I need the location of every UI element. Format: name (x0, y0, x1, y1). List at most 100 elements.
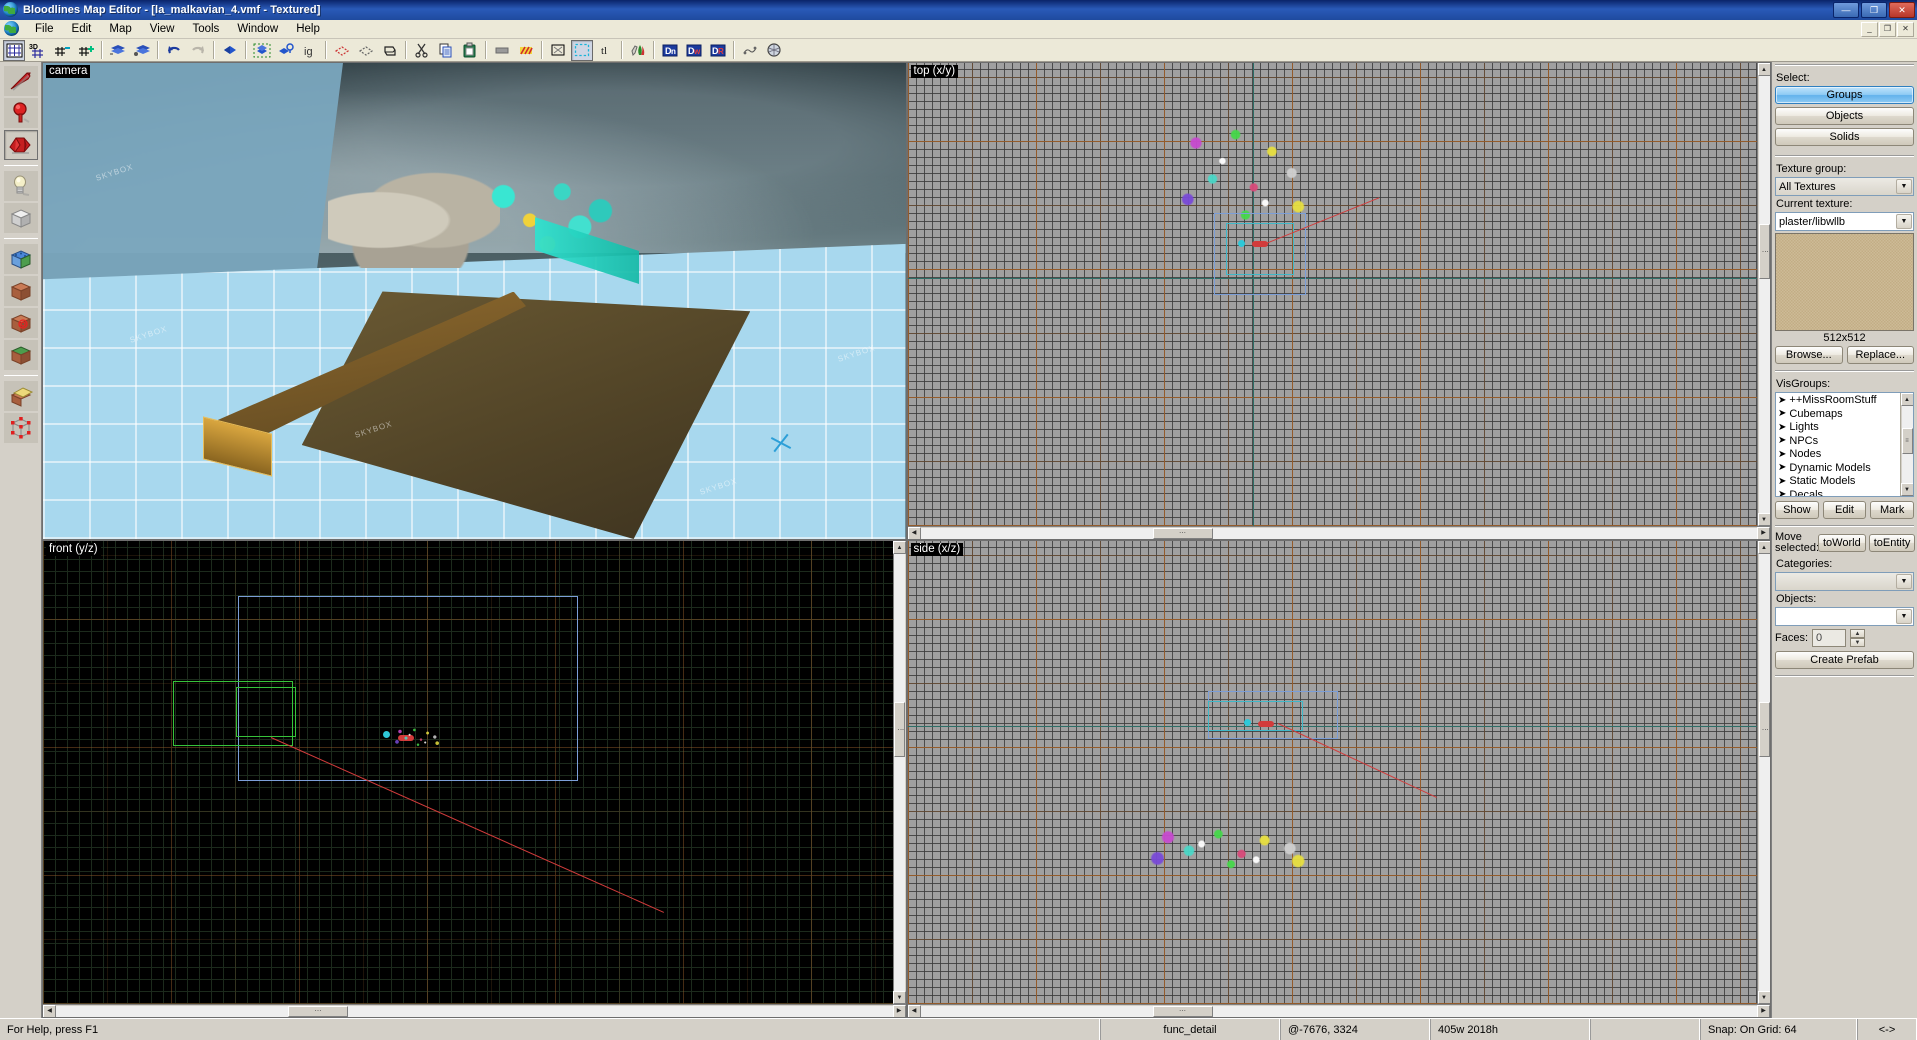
menu-tools[interactable]: Tools (183, 21, 228, 37)
move-to-world-button[interactable]: toWorld (1818, 534, 1866, 552)
scroll-track[interactable]: ⋯ (56, 1005, 893, 1017)
scroll-thumb[interactable]: ⋮ (894, 702, 905, 757)
scroll-thumb[interactable]: ⋯ (1152, 1005, 1213, 1017)
mdi-restore-button[interactable]: ❐ (1879, 21, 1896, 37)
scroll-down-arrow[interactable]: ▼ (893, 991, 906, 1004)
scroll-track[interactable]: ⋯ (920, 527, 1757, 539)
chevron-down-icon[interactable]: ▼ (1896, 574, 1912, 589)
scroll-down-arrow[interactable]: ▼ (1757, 991, 1771, 1004)
tool-toggle-texture[interactable] (3, 244, 38, 274)
undo-icon[interactable] (163, 40, 185, 61)
selection-tool-icon[interactable] (571, 39, 593, 61)
copy-icon[interactable] (435, 40, 457, 61)
toggle-texture-app-icon[interactable] (515, 40, 537, 61)
grid-larger-icon[interactable] (75, 40, 97, 61)
cordon-tool-icon[interactable] (547, 40, 569, 61)
load-pointfile-icon[interactable] (107, 40, 129, 61)
texture-group-dropdown[interactable]: All Textures ▼ (1775, 177, 1914, 196)
visgroup-item[interactable]: ➤ ++MissRoomStuff (1778, 394, 1900, 408)
scroll-right-arrow[interactable]: ▶ (1757, 526, 1770, 539)
viewport-side-canvas[interactable]: side (x/z) (907, 541, 1757, 1004)
visgroup-item[interactable]: ➤ Nodes (1778, 448, 1900, 462)
viewport-side-vscroll[interactable]: ▲ ⋮ ▼ (1757, 541, 1771, 1004)
categories-dropdown[interactable]: ▼ (1775, 572, 1914, 591)
mdi-close-button[interactable]: ✕ (1897, 21, 1914, 37)
hide-selected-icon[interactable] (331, 40, 353, 61)
visgroup-mark-button[interactable]: Mark (1870, 501, 1915, 519)
tool-vertex[interactable] (3, 413, 38, 443)
create-prefab-button[interactable]: Create Prefab (1775, 651, 1914, 669)
chevron-down-icon[interactable]: ▼ (1896, 214, 1912, 229)
show-hidden-icon[interactable] (379, 40, 401, 61)
apply-current-texture-icon[interactable] (627, 40, 649, 61)
visgroup-show-button[interactable]: Show (1775, 501, 1819, 519)
scroll-up-arrow[interactable]: ▲ (1900, 393, 1913, 406)
texture-replace-button[interactable]: Replace... (1846, 346, 1914, 364)
tool-clipping[interactable] (3, 381, 38, 411)
visgroup-item[interactable]: ➤ Decals (1778, 489, 1900, 496)
scroll-down-arrow[interactable]: ▼ (1900, 483, 1913, 496)
grid-smaller-icon[interactable] (51, 40, 73, 61)
scroll-thumb[interactable]: ⋯ (1152, 527, 1213, 539)
menu-view[interactable]: View (141, 21, 184, 37)
scroll-thumb[interactable]: ⋮ (1758, 224, 1770, 279)
tool-select[interactable] (3, 66, 38, 96)
ungroup-icon[interactable] (275, 40, 297, 61)
mdi-minimize-button[interactable]: _ (1861, 21, 1878, 37)
window-maximize-button[interactable]: ❐ (1861, 2, 1887, 18)
scroll-track[interactable]: ⋮ (894, 554, 905, 991)
visgroup-item[interactable]: ➤ Cubemaps (1778, 408, 1900, 422)
redo-icon[interactable] (187, 40, 209, 61)
help-about-icon[interactable] (763, 40, 785, 61)
texture-browse-button[interactable]: Browse... (1775, 346, 1843, 364)
visgroups-list[interactable]: ➤ ++MissRoomStuff ➤ Cubemaps ➤ Lights ➤ … (1775, 392, 1914, 497)
menu-window[interactable]: Window (228, 21, 287, 37)
ignore-groups-icon[interactable]: ig (299, 40, 321, 61)
scroll-thumb[interactable]: ⋮ (1758, 702, 1770, 757)
viewport-camera[interactable]: SKYBOX SKYBOX SKYBOX SKYBOX SKYBOX camer… (42, 62, 907, 540)
select-objects-button[interactable]: Objects (1775, 107, 1914, 125)
scroll-up-arrow[interactable]: ▲ (893, 541, 906, 554)
menu-file[interactable]: File (26, 21, 63, 37)
scroll-left-arrow[interactable]: ◀ (43, 1004, 56, 1017)
scroll-up-arrow[interactable]: ▲ (1757, 63, 1771, 76)
visgroup-edit-button[interactable]: Edit (1822, 501, 1867, 519)
tool-decal[interactable] (3, 308, 38, 338)
run-map-icon[interactable]: D n (659, 40, 681, 61)
scroll-thumb[interactable]: ≡ (1901, 428, 1913, 454)
scroll-track[interactable]: ≡ (1901, 406, 1913, 483)
scroll-track[interactable]: ⋯ (920, 1005, 1757, 1017)
viewport-top-canvas[interactable]: top (x/y) (907, 63, 1757, 526)
tool-apply-texture[interactable] (3, 276, 38, 306)
toggle-3d-grid-icon[interactable]: 3D (27, 40, 49, 61)
viewport-side-hscroll[interactable]: ◀ ⋯ ▶ (907, 1004, 1770, 1017)
visgroup-item[interactable]: ➤ Lights (1778, 421, 1900, 435)
display-walkthrough-icon[interactable]: D w (683, 40, 705, 61)
visgroup-item[interactable]: ➤ Static Models (1778, 475, 1900, 489)
paste-icon[interactable] (459, 40, 481, 61)
chevron-down-icon[interactable]: ▼ (1896, 609, 1912, 624)
scroll-down-arrow[interactable]: ▼ (1757, 513, 1771, 526)
viewport-side[interactable]: side (x/z) ▲ ⋮ ▼ ◀ ⋯ ▶ (906, 540, 1771, 1018)
scroll-track[interactable]: ⋮ (1758, 76, 1770, 513)
chevron-down-icon[interactable]: ▼ (1896, 179, 1912, 194)
faces-stepper[interactable]: ▲ ▼ (1850, 629, 1866, 647)
visgroups-scrollbar[interactable]: ▲ ≡ ▼ (1900, 393, 1913, 496)
scroll-right-arrow[interactable]: ▶ (1757, 1004, 1770, 1017)
tool-entity[interactable] (3, 171, 38, 201)
entity-report-icon[interactable]: tl (595, 40, 617, 61)
carve-icon[interactable] (219, 40, 241, 61)
scroll-thumb[interactable]: ⋯ (288, 1005, 348, 1017)
current-texture-dropdown[interactable]: plaster/libwllb ▼ (1775, 212, 1914, 231)
faces-decrement-button[interactable]: ▼ (1850, 638, 1866, 647)
faces-increment-button[interactable]: ▲ (1850, 629, 1866, 638)
menu-edit[interactable]: Edit (63, 21, 101, 37)
menu-help[interactable]: Help (287, 21, 329, 37)
menu-map[interactable]: Map (100, 21, 140, 37)
viewport-front-vscroll[interactable]: ▲ ⋮ ▼ (892, 541, 906, 1004)
save-pointfile-icon[interactable] (131, 40, 153, 61)
tool-overlay[interactable] (3, 340, 38, 370)
viewport-top-vscroll[interactable]: ▲ ⋮ ▼ (1757, 63, 1771, 526)
viewport-front-hscroll[interactable]: ◀ ⋯ ▶ (43, 1004, 906, 1017)
scroll-up-arrow[interactable]: ▲ (1757, 541, 1771, 554)
